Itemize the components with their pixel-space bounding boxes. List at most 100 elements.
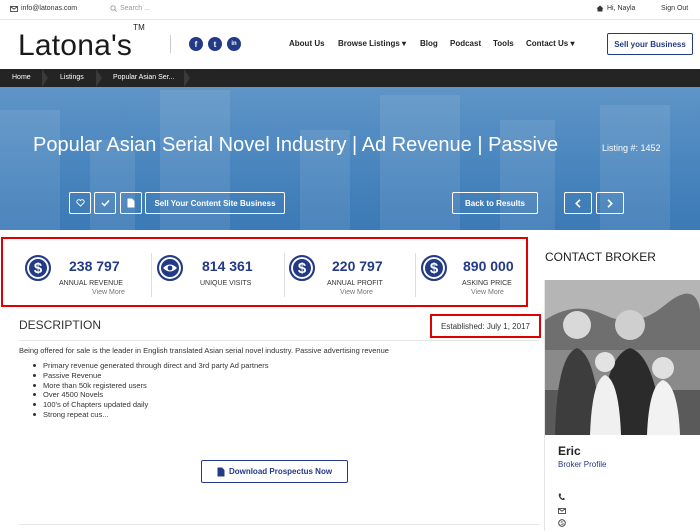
twitter-icon[interactable]: t (208, 37, 222, 51)
chevron-down-icon: ▾ (402, 39, 407, 48)
logo-tm: TM (133, 23, 146, 32)
next-listing-button[interactable] (596, 192, 624, 214)
nav-tools[interactable]: Tools (493, 39, 514, 48)
envelope-icon (10, 5, 18, 12)
listing-title: Popular Asian Serial Novel Industry | Ad… (33, 134, 559, 156)
document-icon (217, 467, 225, 476)
description-intro: Being offered for sale is the leader in … (19, 346, 389, 355)
broker-name: Eric (558, 444, 581, 458)
sell-content-site-button[interactable]: Sell Your Content Site Business (145, 192, 285, 214)
search-input[interactable]: Search ... (110, 5, 150, 12)
view-more-link[interactable]: View More (471, 289, 504, 296)
chevron-down-icon: ▾ (570, 39, 575, 48)
linkedin-icon[interactable]: in (227, 37, 241, 51)
search-placeholder: Search ... (120, 5, 150, 12)
logo-divider (170, 35, 171, 53)
document-icon (127, 198, 135, 208)
description-heading: DESCRIPTION (19, 318, 102, 332)
stat-label: ASKING PRICE (462, 280, 512, 287)
description-bullets: Primary revenue generated through direct… (33, 361, 269, 420)
breadcrumb: Home Listings Popular Asian Ser... (0, 69, 700, 87)
view-more-link[interactable]: View More (340, 289, 373, 296)
eye-icon (157, 255, 183, 281)
breadcrumb-separator (184, 69, 190, 87)
nav-contact-us[interactable]: Contact Us ▾ (526, 39, 574, 48)
chevron-right-icon (607, 198, 613, 208)
eye-glyph (163, 264, 177, 272)
logo-text: Latona's (18, 29, 133, 62)
list-item: Strong repeat cus... (33, 410, 269, 420)
phone-icon[interactable] (558, 493, 565, 503)
stat-asking-price[interactable]: $ 890 000 ASKING PRICE View More (421, 253, 526, 303)
broker-photo (545, 280, 700, 435)
stat-value: 814 361 (202, 258, 253, 274)
checkmark-icon (100, 199, 110, 207)
dollar-icon: $ (421, 255, 447, 281)
skype-icon[interactable]: S (558, 519, 566, 529)
list-item: More than 50k registered users (33, 381, 269, 391)
download-prospectus-button[interactable]: Download Prospectus Now (201, 460, 348, 483)
chevron-left-icon (575, 198, 581, 208)
nav-contact-label: Contact Us (526, 39, 569, 48)
building-shape (380, 95, 460, 230)
email-text: info@latonas.com (21, 5, 78, 12)
download-label: Download Prospectus Now (228, 467, 333, 476)
facebook-icon[interactable]: f (189, 37, 203, 51)
greeting-text: Hi, Nayla (607, 5, 636, 12)
stat-value: 238 797 (69, 258, 120, 274)
stat-divider (284, 253, 285, 297)
view-more-link[interactable]: View More (92, 289, 125, 296)
breadcrumb-home[interactable]: Home (12, 74, 31, 81)
stat-label: ANNUAL PROFIT (327, 280, 383, 287)
breadcrumb-current: Popular Asian Ser... (113, 74, 175, 81)
stat-label: UNIQUE VISITS (200, 280, 252, 287)
user-greeting[interactable]: Hi, Nayla (596, 5, 635, 12)
list-item: Passive Revenue (33, 371, 269, 381)
email-link[interactable]: info@latonas.com (10, 5, 77, 12)
listing-number: Listing #: 1452 (602, 143, 661, 153)
favorite-button[interactable] (69, 192, 91, 214)
stat-label: ANNUAL REVENUE (59, 280, 123, 287)
dollar-icon: $ (289, 255, 315, 281)
established-date: Established: July 1, 2017 (430, 314, 541, 338)
broker-family-photo (545, 280, 700, 435)
sell-business-button[interactable]: Sell your Business (607, 33, 693, 55)
list-item: Primary revenue generated through direct… (33, 361, 269, 371)
nav-blog[interactable]: Blog (420, 39, 438, 48)
sign-out-link[interactable]: Sign Out (661, 5, 688, 12)
document-button[interactable] (120, 192, 142, 214)
list-item: 100's of Chapters updated daily (33, 400, 269, 410)
site-logo[interactable]: Latona'sTM (18, 23, 145, 63)
nav-browse-listings[interactable]: Browse Listings ▾ (338, 39, 406, 48)
building-shape (0, 110, 60, 230)
stat-annual-profit[interactable]: $ 220 797 ANNUAL PROFIT View More (289, 253, 419, 303)
dollar-icon: $ (25, 255, 51, 281)
key-stats-panel: $ 238 797 ANNUAL REVENUE View More 814 3… (1, 237, 528, 307)
stat-divider (415, 253, 416, 297)
broker-profile-link[interactable]: Broker Profile (558, 460, 606, 469)
top-utility-bar: info@latonas.com Search ... Hi, Nayla Si… (0, 0, 700, 20)
listing-hero: Popular Asian Serial Novel Industry | Ad… (0, 87, 700, 230)
site-header: Latona'sTM f t in About Us Browse Listin… (0, 21, 700, 69)
stat-divider (151, 253, 152, 297)
list-item: Over 4500 Novels (33, 390, 269, 400)
back-to-results-button[interactable]: Back to Results (452, 192, 538, 214)
search-icon (110, 5, 117, 12)
breadcrumb-listings[interactable]: Listings (60, 74, 84, 81)
previous-listing-button[interactable] (564, 192, 592, 214)
section-divider (19, 524, 539, 525)
stat-value: 220 797 (332, 258, 383, 274)
stat-unique-visits: 814 361 UNIQUE VISITS (157, 253, 287, 303)
phone-glyph (558, 493, 565, 501)
stat-annual-revenue[interactable]: $ 238 797 ANNUAL REVENUE View More (25, 253, 155, 303)
nav-podcast[interactable]: Podcast (450, 39, 481, 48)
email-icon[interactable] (558, 507, 566, 516)
description-divider (19, 340, 539, 341)
check-button[interactable] (94, 192, 116, 214)
contact-broker-heading: CONTACT BROKER (545, 250, 656, 264)
breadcrumb-separator (42, 69, 48, 87)
skype-glyph: S (558, 519, 566, 527)
nav-browse-label: Browse Listings (338, 39, 400, 48)
nav-about-us[interactable]: About Us (289, 39, 325, 48)
stat-value: 890 000 (463, 258, 514, 274)
